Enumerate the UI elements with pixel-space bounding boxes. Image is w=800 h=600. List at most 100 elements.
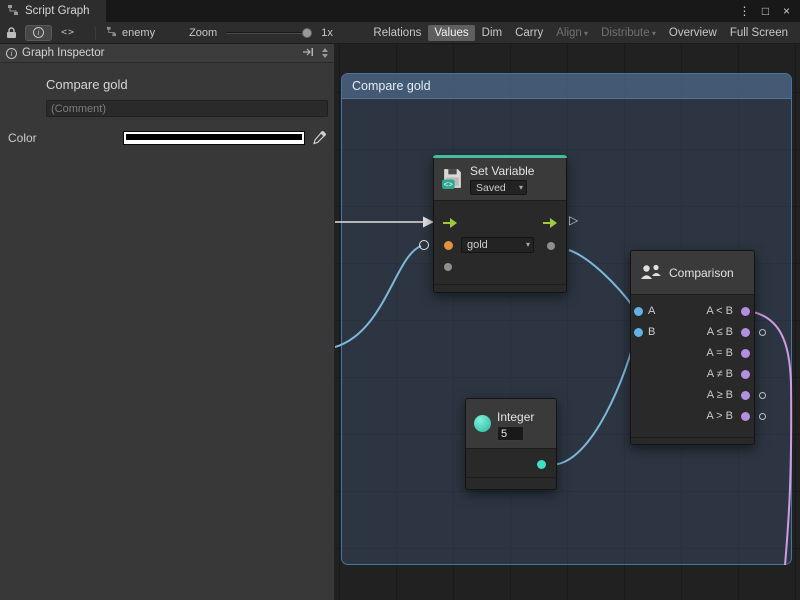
- color-field-row: Color: [0, 131, 334, 145]
- variable-name-dropdown[interactable]: gold: [461, 237, 534, 253]
- flow-out-port-triangle-icon[interactable]: [569, 213, 578, 227]
- output-less-equal-label: A ≤ B: [707, 326, 733, 338]
- save-variable-icon: <>: [441, 167, 464, 193]
- input-b-label: B: [648, 326, 655, 338]
- comparison-outer-port[interactable]: [759, 413, 766, 420]
- integer-value-input[interactable]: [497, 426, 524, 441]
- output-value-port[interactable]: [547, 242, 555, 250]
- overview-button[interactable]: Overview: [663, 25, 723, 41]
- maximize-icon[interactable]: □: [758, 4, 773, 18]
- distribute-dropdown-button[interactable]: Distribute: [595, 25, 662, 41]
- comparison-row: A > B: [631, 406, 754, 427]
- tab-label: Script Graph: [25, 5, 90, 17]
- group-header[interactable]: Compare gold: [342, 74, 791, 99]
- close-icon[interactable]: ×: [779, 4, 794, 18]
- code-view-icon[interactable]: <>: [61, 27, 75, 38]
- output-equal-label: A = B: [706, 347, 733, 359]
- integer-title: Integer: [497, 410, 534, 424]
- input-a-port[interactable]: [634, 307, 643, 316]
- set-variable-accent-bar: [433, 155, 567, 158]
- zoom-label: Zoom: [189, 27, 217, 39]
- output-not-equal-label: A ≠ B: [707, 368, 733, 380]
- spinner-down-icon[interactable]: [322, 54, 328, 58]
- integer-footer: [466, 477, 556, 489]
- output-not-equal-port[interactable]: [741, 370, 750, 379]
- main-area: i Graph Inspector Compare gold Color: [0, 44, 800, 600]
- graph-inspector-title: Graph Inspector: [22, 47, 104, 59]
- align-dropdown-button[interactable]: Align: [550, 25, 594, 41]
- selected-group-title: Compare gold: [46, 77, 334, 92]
- comment-input[interactable]: [46, 100, 328, 117]
- zoom-slider-handle[interactable]: [302, 28, 312, 38]
- window-controls: ⋮ □ ×: [737, 0, 800, 22]
- graph-name-label: enemy: [122, 27, 155, 39]
- comparison-row: B A ≤ B: [631, 322, 754, 343]
- color-swatch-fill: [126, 134, 302, 140]
- output-greater-port[interactable]: [741, 412, 750, 421]
- zoom-slider-track: [226, 32, 312, 34]
- output-equal-port[interactable]: [741, 349, 750, 358]
- titlebar: Script Graph ⋮ □ ×: [0, 0, 800, 22]
- flow-input-arrow-icon[interactable]: [443, 218, 457, 228]
- spinner-up-icon[interactable]: [322, 48, 328, 52]
- comparison-row: A ≠ B: [631, 364, 754, 385]
- values-button[interactable]: Values: [428, 25, 474, 41]
- lock-icon[interactable]: [6, 27, 17, 39]
- node-comparison[interactable]: Comparison A A < B B A ≤ B A = B A ≠ B: [630, 250, 755, 445]
- comparison-row: A A < B: [631, 301, 754, 322]
- graph-inspector-panel: i Graph Inspector Compare gold Color: [0, 44, 335, 600]
- eyedropper-icon[interactable]: [312, 131, 326, 145]
- info-icon: i: [6, 48, 17, 59]
- window-menu-icon[interactable]: ⋮: [737, 4, 752, 18]
- toolbar: i <> enemy Zoom 1x Relations Values Dim …: [0, 22, 800, 44]
- integer-output-port[interactable]: [537, 460, 546, 469]
- output-less-port[interactable]: [741, 307, 750, 316]
- flow-output-arrow-icon[interactable]: [543, 218, 557, 228]
- color-swatch[interactable]: [123, 131, 305, 145]
- input-b-port[interactable]: [634, 328, 643, 337]
- variable-name-port[interactable]: [444, 241, 453, 250]
- graph-asset-icon: [106, 26, 117, 40]
- output-less-equal-port[interactable]: [741, 328, 750, 337]
- dim-button[interactable]: Dim: [476, 25, 508, 41]
- zoom-control: Zoom 1x: [189, 27, 333, 39]
- info-icon: i: [33, 27, 44, 38]
- node-integer[interactable]: Integer: [465, 398, 557, 490]
- svg-text:<>: <>: [444, 180, 454, 189]
- panel-scroll-spinner-icon[interactable]: [322, 48, 328, 58]
- set-variable-header[interactable]: <> Set Variable Saved: [434, 156, 566, 201]
- inspector-toggle-button[interactable]: i: [25, 25, 52, 41]
- comparison-title: Comparison: [669, 266, 734, 280]
- comparison-row: A = B: [631, 343, 754, 364]
- set-variable-connected-input-port[interactable]: [419, 240, 429, 250]
- graph-reference[interactable]: enemy: [106, 26, 155, 40]
- tab-script-graph[interactable]: Script Graph: [0, 0, 106, 22]
- set-variable-footer: [434, 284, 566, 292]
- comparison-icon: [640, 264, 662, 284]
- script-graph-icon: [7, 4, 19, 19]
- color-label: Color: [8, 131, 123, 145]
- input-a-label: A: [648, 305, 655, 317]
- graph-inspector-header: i Graph Inspector: [0, 44, 334, 63]
- node-set-variable[interactable]: <> Set Variable Saved gold: [433, 155, 567, 293]
- graph-canvas: Compare gold <> Set Variable Saved: [335, 44, 800, 600]
- carry-button[interactable]: Carry: [509, 25, 549, 41]
- integer-header[interactable]: Integer: [466, 399, 556, 449]
- relations-button[interactable]: Relations: [367, 25, 427, 41]
- variable-kind-dropdown[interactable]: Saved: [470, 180, 527, 195]
- comparison-outer-port[interactable]: [759, 392, 766, 399]
- comparison-row: A ≥ B: [631, 385, 754, 406]
- zoom-slider[interactable]: [226, 27, 312, 39]
- comparison-footer: [631, 437, 754, 444]
- group-title: Compare gold: [352, 79, 431, 93]
- integer-icon: [474, 415, 491, 432]
- input-value-port[interactable]: [444, 263, 452, 271]
- comparison-outer-port[interactable]: [759, 329, 766, 336]
- comparison-header[interactable]: Comparison: [631, 251, 754, 295]
- dock-panel-icon[interactable]: [302, 47, 314, 60]
- full-screen-button[interactable]: Full Screen: [724, 25, 794, 41]
- output-greater-equal-port[interactable]: [741, 391, 750, 400]
- output-greater-equal-label: A ≥ B: [707, 389, 733, 401]
- set-variable-title: Set Variable: [470, 164, 534, 178]
- output-greater-label: A > B: [706, 410, 733, 422]
